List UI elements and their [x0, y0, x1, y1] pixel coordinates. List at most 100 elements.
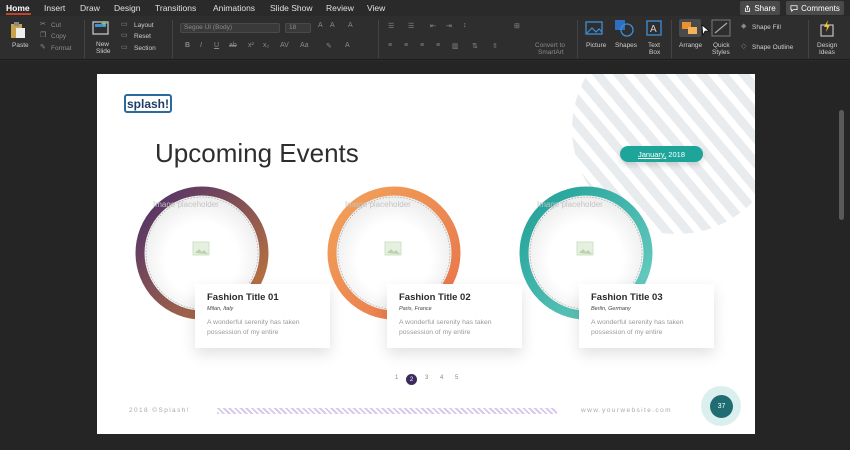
- superscript-icon[interactable]: x²: [248, 42, 254, 49]
- event-card-2[interactable]: Fashion Title 02 Paris, France A wonderf…: [387, 284, 522, 348]
- comments-button[interactable]: Comments: [786, 1, 844, 15]
- shape-fill-label[interactable]: Shape Fill: [752, 24, 781, 31]
- share-button[interactable]: Share: [740, 1, 780, 15]
- char-spacing-icon[interactable]: AV: [280, 42, 289, 49]
- clear-format-icon[interactable]: A: [348, 22, 353, 29]
- section-label[interactable]: Section: [134, 45, 156, 52]
- new-slide-icon[interactable]: [92, 20, 110, 36]
- event-card-3[interactable]: Fashion Title 03 Berlin, Germany A wonde…: [579, 284, 714, 348]
- change-case-icon[interactable]: Aa: [300, 42, 309, 49]
- align-left-icon[interactable]: ≡: [388, 42, 392, 49]
- event-card-1[interactable]: Fashion Title 01 Milan, Italy A wonderfu…: [195, 284, 330, 348]
- shape-outline-label[interactable]: Shape Outline: [752, 44, 793, 51]
- date-year: 2018: [666, 149, 685, 159]
- splash-logo: splash!: [124, 94, 172, 113]
- layout-icon[interactable]: ▭: [121, 20, 128, 28]
- font-size-field[interactable]: 18: [285, 23, 311, 33]
- paste-label: Paste: [12, 42, 29, 49]
- copy-label[interactable]: Copy: [51, 33, 66, 40]
- footer-stripe-decoration: [217, 408, 557, 414]
- pager-item-5[interactable]: 5: [455, 375, 458, 381]
- shapes-label: Shapes: [615, 42, 638, 49]
- increase-indent-icon[interactable]: ⇥: [446, 22, 452, 30]
- cut-label[interactable]: Cut: [51, 22, 61, 29]
- tab-view[interactable]: View: [367, 3, 385, 13]
- layout-label[interactable]: Layout: [134, 22, 154, 29]
- bullets-icon[interactable]: ☰: [388, 22, 394, 30]
- reset-icon[interactable]: ▭: [121, 31, 128, 39]
- align-center-icon[interactable]: ≡: [404, 42, 408, 49]
- slide-title[interactable]: Upcoming Events: [155, 138, 359, 169]
- shrink-font-icon[interactable]: A: [330, 22, 335, 29]
- date-badge[interactable]: January, 2018: [620, 146, 703, 162]
- strikethrough-icon[interactable]: ab: [229, 42, 237, 49]
- highlight-icon[interactable]: ✎: [326, 42, 332, 50]
- pager-item-1[interactable]: 1: [395, 375, 398, 381]
- text-box-label-2: Box: [649, 49, 661, 56]
- ribbon-divider: [378, 20, 379, 58]
- line-spacing-icon[interactable]: ↕: [463, 22, 467, 29]
- convert-smartart-label-1[interactable]: Convert to: [535, 42, 565, 49]
- smartart-icon[interactable]: ⊞: [514, 22, 520, 30]
- page-number-badge: 37: [710, 395, 733, 418]
- grow-font-icon[interactable]: A: [318, 22, 323, 29]
- vertical-scrollbar[interactable]: [839, 110, 844, 220]
- design-ideas-icon[interactable]: [819, 19, 835, 37]
- font-name-field[interactable]: Segoe UI (Body): [180, 23, 280, 33]
- justify-icon[interactable]: ≡: [436, 42, 440, 49]
- text-direction-icon[interactable]: ⇅: [472, 42, 478, 50]
- tab-home[interactable]: Home: [6, 3, 30, 13]
- ribbon-divider: [671, 20, 672, 58]
- arrange-label: Arrange: [679, 42, 703, 49]
- tab-insert[interactable]: Insert: [44, 3, 65, 13]
- menu-bar: Home Insert Draw Design Transitions Anim…: [0, 0, 850, 16]
- italic-icon[interactable]: I: [200, 42, 202, 49]
- copy-icon[interactable]: ❐: [40, 31, 46, 39]
- event-description-3: A wonderful serenity has taken possessio…: [591, 319, 684, 336]
- ribbon-divider: [808, 20, 809, 58]
- tab-review[interactable]: Review: [326, 3, 354, 13]
- text-box-icon[interactable]: A: [646, 20, 662, 36]
- ribbon-divider: [84, 20, 85, 58]
- arrange-icon[interactable]: [679, 19, 701, 37]
- date-month: January,: [638, 149, 667, 159]
- font-color-icon[interactable]: A: [345, 42, 350, 49]
- columns-icon[interactable]: ▥: [452, 42, 459, 50]
- shape-outline-icon[interactable]: ◇: [741, 42, 746, 50]
- ribbon-divider: [172, 20, 173, 58]
- convert-smartart-label-2[interactable]: SmartArt: [538, 49, 564, 56]
- quick-styles-icon[interactable]: [711, 19, 731, 37]
- slide[interactable]: splash! Upcoming Events January, 2018 Im…: [97, 74, 755, 434]
- align-right-icon[interactable]: ≡: [420, 42, 424, 49]
- paste-icon[interactable]: [10, 21, 26, 39]
- comment-icon: [790, 4, 798, 12]
- shapes-icon[interactable]: [614, 19, 634, 37]
- tab-design[interactable]: Design: [114, 3, 140, 13]
- decrease-indent-icon[interactable]: ⇤: [430, 22, 436, 30]
- tab-animations[interactable]: Animations: [213, 3, 255, 13]
- tab-draw[interactable]: Draw: [80, 3, 100, 13]
- pager-item-4[interactable]: 4: [440, 375, 443, 381]
- format-painter-icon[interactable]: ✎: [40, 43, 46, 51]
- event-title-1: Fashion Title 01: [207, 292, 279, 303]
- bold-icon[interactable]: B: [185, 42, 190, 49]
- quick-styles-label-1: Quick: [713, 42, 730, 49]
- tab-slide-show[interactable]: Slide Show: [270, 3, 313, 13]
- picture-icon[interactable]: [585, 20, 603, 36]
- footer-copyright: 2018 ©Splash!: [129, 407, 190, 414]
- pager-item-3[interactable]: 3: [425, 375, 428, 381]
- numbering-icon[interactable]: ☰: [408, 22, 414, 30]
- align-text-icon[interactable]: ⇳: [492, 42, 498, 50]
- subscript-icon[interactable]: x₂: [263, 42, 269, 49]
- event-title-2: Fashion Title 02: [399, 292, 471, 303]
- tab-transitions[interactable]: Transitions: [155, 3, 196, 13]
- reset-label[interactable]: Reset: [134, 33, 151, 40]
- ribbon-divider: [577, 20, 578, 58]
- event-title-3: Fashion Title 03: [591, 292, 663, 303]
- pager-item-active[interactable]: 2: [406, 374, 417, 385]
- format-label[interactable]: Format: [51, 45, 72, 52]
- section-icon[interactable]: ▭: [121, 43, 128, 51]
- cut-icon[interactable]: ✂: [40, 20, 46, 28]
- shape-fill-icon[interactable]: ◆: [741, 22, 746, 30]
- underline-icon[interactable]: U: [214, 42, 219, 49]
